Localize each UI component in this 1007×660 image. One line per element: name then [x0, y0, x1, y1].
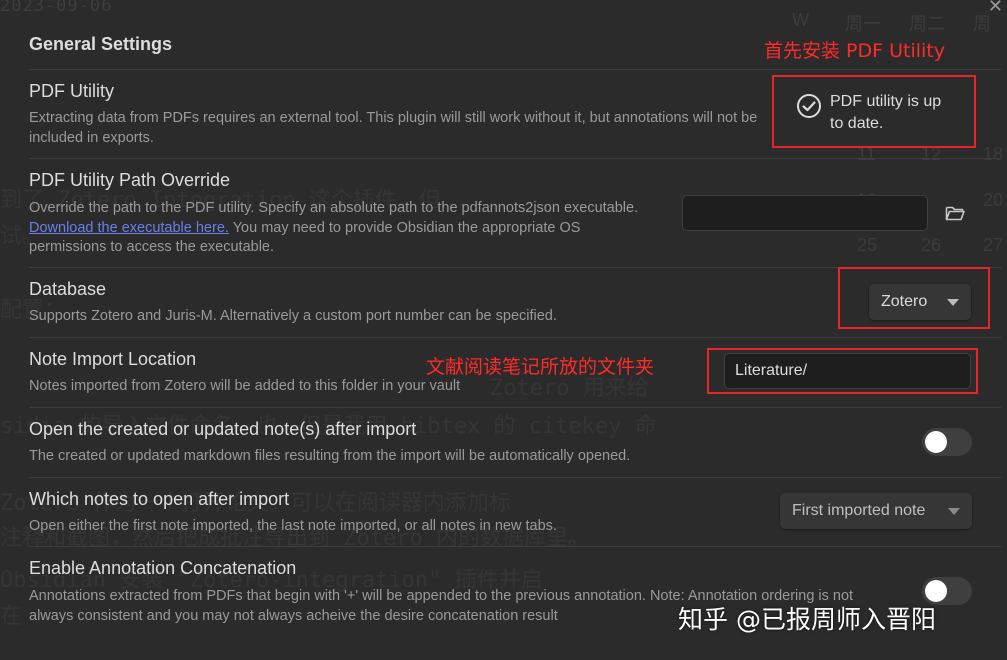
watermark: 知乎 @已报周师入晋阳 [678, 605, 936, 634]
annotation-note-import: 文献阅读笔记所放的文件夹 [426, 356, 655, 378]
open-after-import-toggle[interactable] [922, 428, 972, 456]
divider [29, 477, 1001, 478]
select-value: Zotero [881, 293, 928, 310]
setting-name-which-notes: Which notes to open after import [29, 489, 290, 509]
settings-panel: General Settings 首先安装 PDF Utility PDF Ut… [0, 0, 1007, 660]
status-line: to date. [830, 115, 884, 132]
download-link[interactable]: Download the executable here. [29, 220, 229, 236]
setting-desc-note-import: Notes imported from Zotero will be added… [29, 378, 461, 394]
status-line: PDF utility is up [830, 93, 942, 110]
setting-desc-pdf-utility: Extracting data from PDFs requires an ex… [29, 110, 758, 146]
divider [29, 69, 1001, 70]
setting-desc-database: Supports Zotero and Juris-M. Alternative… [29, 308, 557, 324]
pdf-utility-status: PDF utility is up to date. [772, 75, 976, 148]
path-override-input[interactable] [682, 195, 928, 231]
annotation-pdf-utility: 首先安装 PDF Utility [764, 40, 945, 62]
divider [29, 407, 1001, 408]
divider [29, 158, 1001, 159]
chevron-down-icon [947, 298, 959, 306]
setting-desc-path-override: Override the path to the PDF utility. Sp… [29, 199, 639, 258]
which-notes-select[interactable]: First imported note [780, 493, 972, 529]
status-text: PDF utility is up to date. [830, 91, 941, 135]
divider [29, 337, 1001, 338]
setting-name-path-override: PDF Utility Path Override [29, 170, 231, 190]
setting-name-pdf-utility: PDF Utility [29, 81, 114, 101]
toggle-knob [925, 431, 947, 453]
select-value: First imported note [792, 502, 926, 519]
setting-desc-which-notes: Open either the first note imported, the… [29, 518, 557, 534]
setting-name-note-import: Note Import Location [29, 349, 197, 369]
check-circle-icon [797, 94, 821, 118]
setting-name-database: Database [29, 279, 107, 299]
folder-icon[interactable] [944, 202, 966, 224]
note-import-input[interactable] [724, 353, 971, 389]
desc-text: Override the path to the PDF utility. Sp… [29, 200, 639, 216]
section-heading: General Settings [29, 34, 173, 54]
setting-desc-open-after-import: The created or updated markdown files re… [29, 448, 631, 464]
database-select[interactable]: Zotero [869, 284, 971, 320]
setting-name-open-after-import: Open the created or updated note(s) afte… [29, 419, 417, 439]
toggle-knob [925, 580, 947, 602]
chevron-down-icon [948, 507, 960, 515]
setting-name-concatenation: Enable Annotation Concatenation [29, 558, 297, 578]
divider [29, 546, 1001, 547]
